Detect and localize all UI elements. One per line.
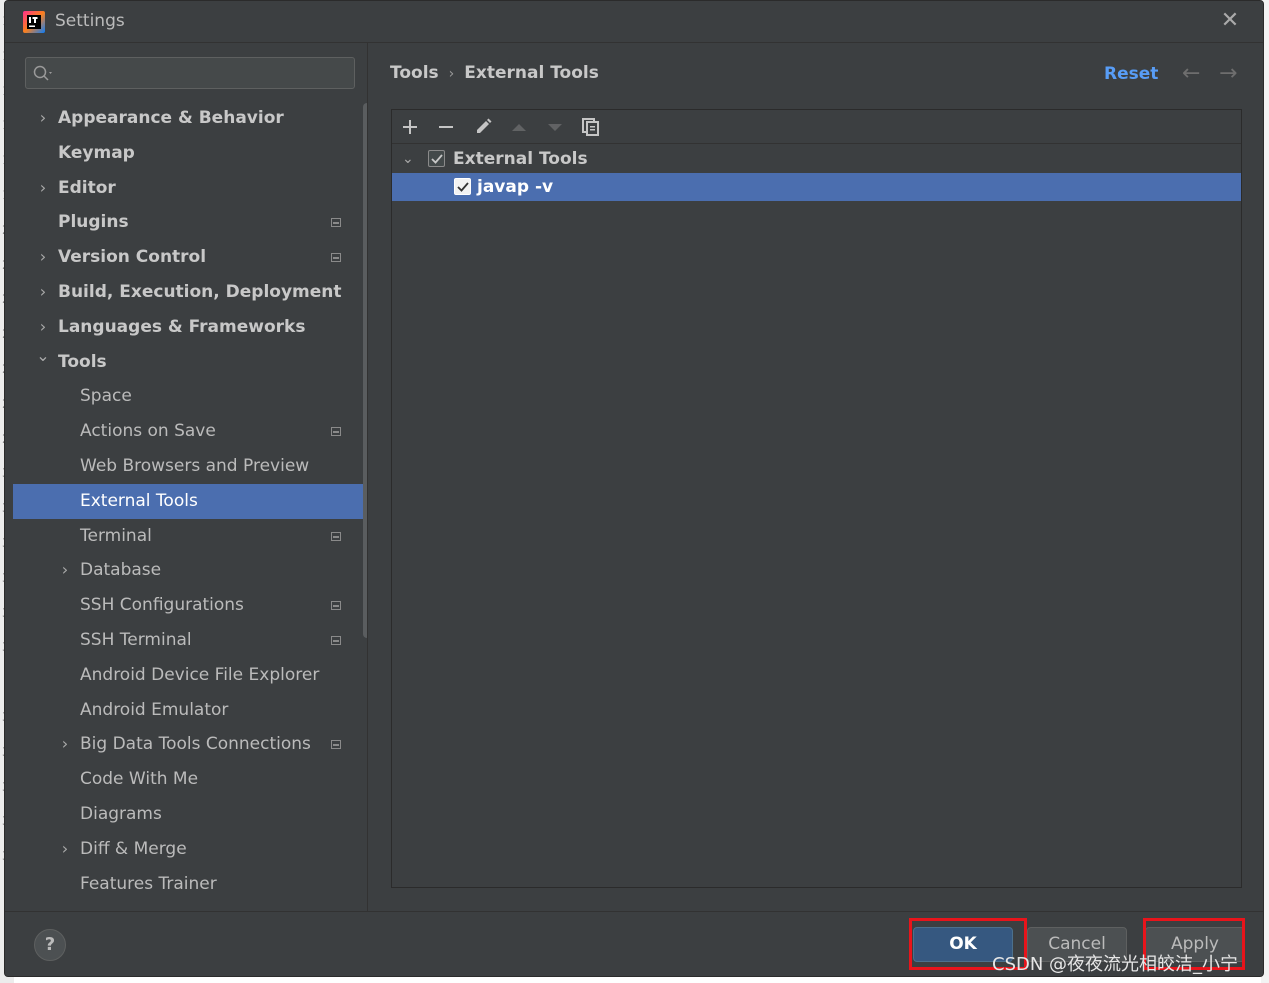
settings-tree: › Appearance & Behavior Keymap › Editor Plugi… [13,101,367,901]
project-scope-icon [331,740,341,750]
external-tools-group-checkbox[interactable] [428,150,445,167]
sidebar-item-label: SSH Configurations [80,595,244,616]
copy-icon[interactable] [578,114,604,140]
search-input[interactable] [56,60,346,86]
sidebar-item[interactable]: › Big Data Tools Connections [13,727,367,762]
breadcrumb-parent[interactable]: Tools [390,63,439,83]
window-title: Settings [55,11,125,31]
sidebar-item-label: Code With Me [80,769,199,790]
sidebar-item[interactable]: Terminal [13,519,367,554]
project-scope-icon [331,601,341,611]
watermark: CSDN @夜夜流光相皎洁_小宁 [992,954,1239,975]
title-bar: Settings ✕ [5,1,1263,43]
sidebar-item[interactable]: Android Emulator [13,693,367,728]
sidebar-item[interactable]: SSH Configurations [13,588,367,623]
sidebar-item[interactable]: › Diff & Merge [13,832,367,867]
external-tools-panel: ⌄ External Tools javap -v [391,109,1242,888]
edit-icon[interactable] [470,114,496,140]
breadcrumb: Tools › External Tools [390,63,599,83]
sidebar-item[interactable]: Keymap [13,136,367,171]
chevron-right-icon[interactable]: › [57,553,73,588]
sidebar-item[interactable]: › Database [13,553,367,588]
help-button[interactable]: ? [34,929,66,961]
sidebar-item-label: Diff & Merge [80,838,187,859]
search-icon [33,65,52,81]
chevron-right-icon[interactable]: › [57,832,73,867]
sidebar-item[interactable]: › Version Control [13,240,367,275]
sidebar-item[interactable]: Code With Me [13,762,367,797]
sidebar-item-label: Version Control [58,247,207,268]
reset-link[interactable]: Reset [1104,64,1158,84]
chevron-right-icon[interactable]: › [35,101,51,136]
tool-row-javap[interactable]: javap -v [392,173,1241,201]
sidebar-item-label: Terminal [80,525,152,546]
sidebar-item-label: Space [80,386,132,407]
sidebar-item-label: External Tools [80,490,198,511]
chevron-down-icon[interactable]: ⌄ [402,145,414,173]
sidebar-item-label: Android Device File Explorer [80,664,320,685]
sidebar-item-label: Plugins [58,212,129,233]
chevron-right-icon[interactable]: › [57,727,73,762]
sidebar-item-label: Big Data Tools Connections [80,734,311,755]
chevron-down-icon[interactable]: ⌄ [35,339,51,374]
tool-row-label: javap -v [477,177,554,197]
project-scope-icon [331,635,341,645]
sidebar-item[interactable]: Features Trainer [13,867,367,902]
close-icon[interactable]: ✕ [1219,10,1241,32]
minus-icon[interactable] [433,114,459,140]
project-scope-icon [331,218,341,228]
sidebar-item[interactable]: External Tools [13,483,367,519]
sidebar-item[interactable]: SSH Terminal [13,623,367,658]
sidebar-item[interactable]: ⌄ Tools [13,345,367,380]
external-tools-group-row[interactable]: ⌄ External Tools [392,145,1241,173]
sidebar-item[interactable]: › Languages & Frameworks [13,310,367,345]
sidebar-item[interactable]: › Editor [13,171,367,206]
sidebar-item-label: Actions on Save [80,421,216,442]
sidebar-item-label: Android Emulator [80,699,229,720]
sidebar-item[interactable]: Diagrams [13,797,367,832]
breadcrumb-separator: › [448,66,455,82]
sidebar-item[interactable]: Space [13,379,367,414]
intellij-logo-icon [23,11,45,33]
project-scope-icon [331,253,341,263]
sidebar-item-label: Web Browsers and Preview [80,455,310,476]
sidebar-item-label: Database [80,560,162,581]
back-arrow-icon[interactable]: ← [1182,61,1200,86]
project-scope-icon [331,427,341,437]
sidebar-item-label: Build, Execution, Deployment [58,281,342,302]
plus-icon[interactable] [397,114,423,140]
settings-search-field[interactable] [25,57,355,89]
breadcrumb-current: External Tools [464,63,599,83]
forward-arrow-icon[interactable]: → [1219,61,1237,86]
settings-sidebar: › Appearance & Behavior Keymap › Editor Plugi… [13,43,375,911]
sidebar-item-label: Keymap [58,142,135,163]
sidebar-item[interactable]: Plugins [13,205,367,240]
sidebar-item-label: Diagrams [80,803,162,824]
external-tools-group-label: External Tools [453,149,588,169]
chevron-right-icon[interactable]: › [35,275,51,310]
move-up-icon[interactable] [506,114,532,140]
sidebar-item-label: Appearance & Behavior [58,108,284,128]
tool-row-checkbox[interactable] [454,178,471,195]
sidebar-item-label: Features Trainer [80,873,217,894]
sidebar-item[interactable]: Actions on Save [13,414,367,449]
chevron-right-icon[interactable]: › [35,171,51,206]
tools-toolbar [392,110,1241,144]
move-down-icon[interactable] [542,114,568,140]
settings-content: Tools › External Tools Reset ← → ⌄ Exter… [367,43,1263,911]
sidebar-item-label: Languages & Frameworks [58,316,306,337]
sidebar-item-label: SSH Terminal [80,629,192,650]
sidebar-item[interactable]: Web Browsers and Preview [13,449,367,484]
sidebar-item-label: Tools [58,351,107,372]
chevron-right-icon[interactable]: › [35,240,51,275]
sidebar-item[interactable]: › Appearance & Behavior [13,101,367,136]
settings-dialog: Settings ✕ › Appearance & Behavior Keymap ›… [4,0,1264,977]
sidebar-item[interactable]: › Build, Execution, Deployment [13,275,367,310]
sidebar-item[interactable]: Android Device File Explorer [13,658,367,693]
project-scope-icon [331,531,341,541]
sidebar-item-label: Editor [58,177,116,198]
